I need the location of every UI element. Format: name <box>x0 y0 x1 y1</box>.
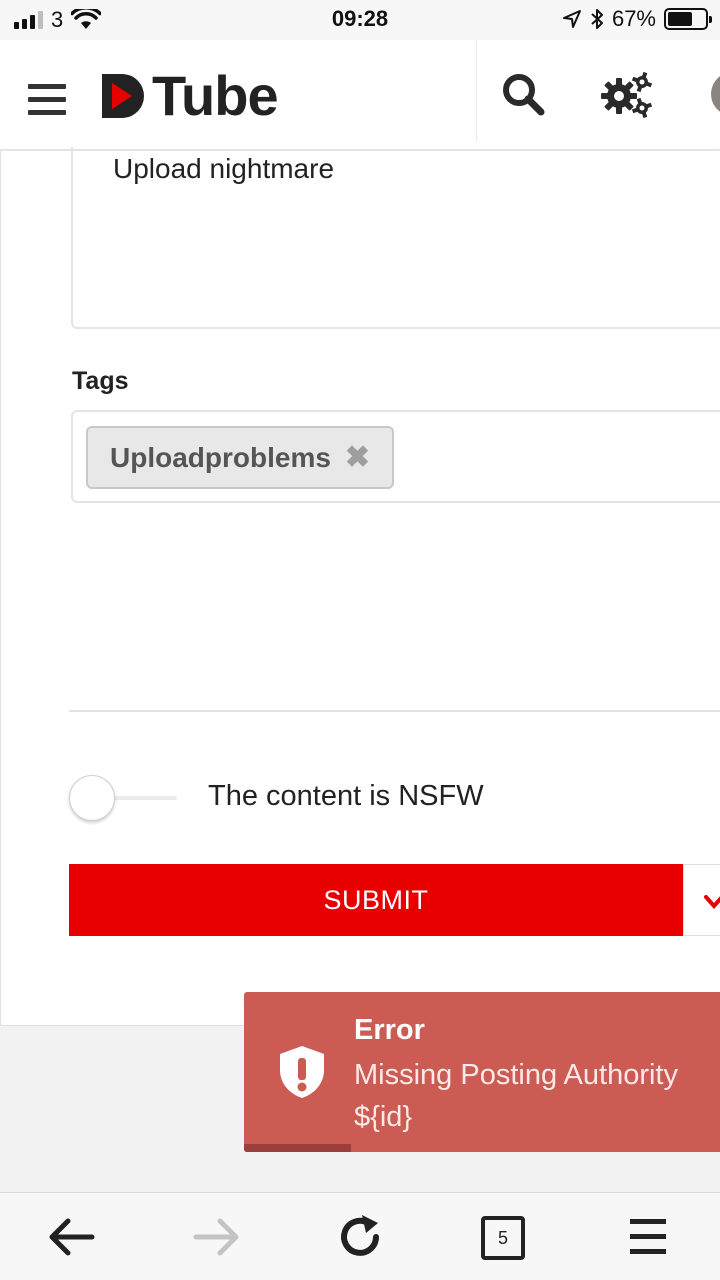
chevron-down-icon <box>704 895 720 909</box>
tags-label: Tags <box>72 367 129 395</box>
app-header: Tube <box>0 40 720 150</box>
description-value: Upload nightmare <box>113 153 335 184</box>
submit-label: SUBMIT <box>323 884 429 915</box>
toast-message: Missing Posting Authority ${id} <box>354 1059 678 1133</box>
menu-icon[interactable] <box>28 84 66 123</box>
tabs-count: 5 <box>497 1227 508 1248</box>
battery-percent: 67% <box>611 6 656 31</box>
toast-progress <box>244 1144 720 1152</box>
submit-button[interactable]: SUBMIT <box>69 864 683 936</box>
logo-text: Tube <box>152 64 279 127</box>
back-arrow-icon[interactable] <box>46 1213 96 1261</box>
nsfw-label: The content is NSFW <box>208 780 484 812</box>
nsfw-toggle[interactable] <box>69 775 115 821</box>
forward-arrow-icon[interactable] <box>192 1213 242 1261</box>
dtube-logo[interactable]: Tube <box>98 64 279 127</box>
avatar[interactable] <box>711 72 720 116</box>
tag-chip: Uploadproblems ✖ <box>86 426 395 489</box>
error-toast[interactable]: Error Missing Posting Authority ${id} <box>244 992 720 1152</box>
status-bar: 3 09:28 67% <box>0 0 720 40</box>
bluetooth-icon <box>591 9 603 29</box>
location-arrow-icon <box>562 10 581 28</box>
shield-alert-icon <box>280 1046 324 1098</box>
divider <box>69 710 720 712</box>
submit-options-button[interactable] <box>683 864 720 936</box>
status-right: 67% <box>562 6 712 32</box>
reload-icon[interactable] <box>336 1213 386 1261</box>
gear-icon[interactable] <box>601 70 653 118</box>
description-field[interactable]: Upload nightmare <box>71 147 720 329</box>
close-icon[interactable]: ✖ <box>345 440 370 475</box>
logo-mark-icon <box>102 74 144 118</box>
menu-icon[interactable] <box>624 1213 674 1261</box>
tags-input[interactable]: Uploadproblems ✖ <box>71 410 720 503</box>
search-icon[interactable] <box>501 72 545 116</box>
battery-icon <box>664 8 712 30</box>
upload-form-card: Upload nightmare Tags Uploadproblems ✖ T… <box>0 147 720 1026</box>
browser-toolbar: 5 <box>0 1192 720 1280</box>
tag-label: Uploadproblems <box>110 441 331 473</box>
header-actions <box>476 40 720 142</box>
toast-title: Error <box>354 1014 425 1046</box>
tabs-icon[interactable]: 5 <box>481 1216 525 1260</box>
